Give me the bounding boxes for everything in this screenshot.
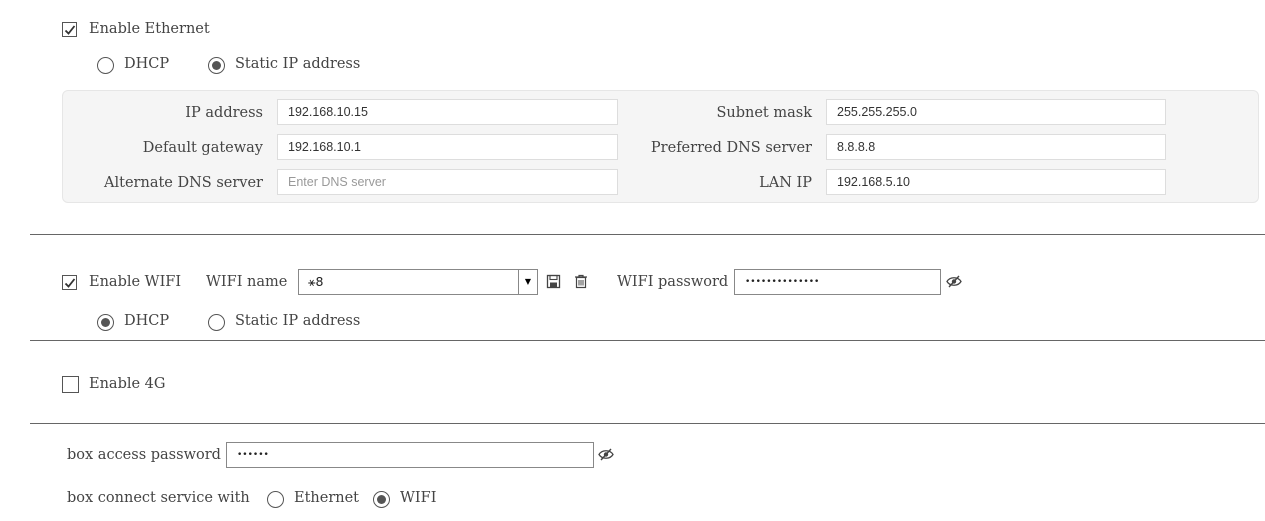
wifi-dhcp-label: DHCP: [124, 313, 170, 329]
trash-icon[interactable]: [574, 274, 588, 289]
divider: [30, 340, 1265, 341]
connect-wifi-label: WIFI: [400, 490, 437, 506]
enable-ethernet-checkbox[interactable]: [62, 22, 77, 37]
chevron-down-icon[interactable]: ▼: [518, 270, 537, 294]
preferred-dns-input[interactable]: 8.8.8.8: [826, 134, 1166, 160]
wifi-static-label: Static IP address: [235, 313, 361, 329]
enable-ethernet-label: Enable Ethernet: [89, 21, 210, 37]
wifi-password-input[interactable]: ••••••••••••••: [734, 269, 941, 295]
subnet-mask-input[interactable]: 255.255.255.0: [826, 99, 1166, 125]
wifi-password-label: WIFI password: [617, 274, 729, 290]
default-gateway-input[interactable]: 192.168.10.1: [277, 134, 618, 160]
ethernet-static-radio[interactable]: [208, 57, 225, 74]
wifi-name-select[interactable]: ⚹8 ▼: [298, 269, 538, 295]
ethernet-dhcp-label: DHCP: [124, 56, 170, 72]
preferred-dns-label: Preferred DNS server: [650, 140, 812, 156]
connect-wifi-radio[interactable]: [373, 491, 390, 508]
alternate-dns-input[interactable]: Enter DNS server: [277, 169, 618, 195]
alternate-dns-label: Alternate DNS server: [104, 175, 263, 191]
enable-4g-label: Enable 4G: [89, 376, 166, 392]
enable-wifi-checkbox[interactable]: [62, 275, 77, 290]
enable-4g-checkbox[interactable]: [62, 376, 79, 393]
ip-address-label: IP address: [185, 105, 263, 121]
ip-address-input[interactable]: 192.168.10.15: [277, 99, 618, 125]
box-connect-label: box connect service with: [67, 490, 250, 506]
divider: [30, 423, 1265, 424]
connect-ethernet-radio[interactable]: [267, 491, 284, 508]
subnet-mask-label: Subnet mask: [716, 105, 812, 121]
box-access-password-label: box access password: [67, 447, 221, 463]
wifi-dhcp-radio[interactable]: [97, 314, 114, 331]
connect-ethernet-label: Ethernet: [294, 490, 360, 506]
wifi-static-radio[interactable]: [208, 314, 225, 331]
lan-ip-input[interactable]: 192.168.5.10: [826, 169, 1166, 195]
eye-slash-icon[interactable]: [598, 448, 614, 461]
ethernet-dhcp-radio[interactable]: [97, 57, 114, 74]
checkmark-icon: [64, 25, 76, 35]
eye-slash-icon[interactable]: [946, 275, 962, 288]
checkmark-icon: [64, 278, 76, 288]
wifi-name-label: WIFI name: [206, 274, 288, 290]
save-icon[interactable]: [546, 274, 561, 289]
enable-wifi-label: Enable WIFI: [89, 274, 182, 290]
wifi-name-value: ⚹8: [308, 274, 324, 289]
ethernet-static-label: Static IP address: [235, 56, 361, 72]
lan-ip-label: LAN IP: [759, 175, 812, 191]
divider: [30, 234, 1265, 235]
box-access-password-input[interactable]: ••••••: [226, 442, 594, 468]
default-gateway-label: Default gateway: [142, 140, 263, 156]
